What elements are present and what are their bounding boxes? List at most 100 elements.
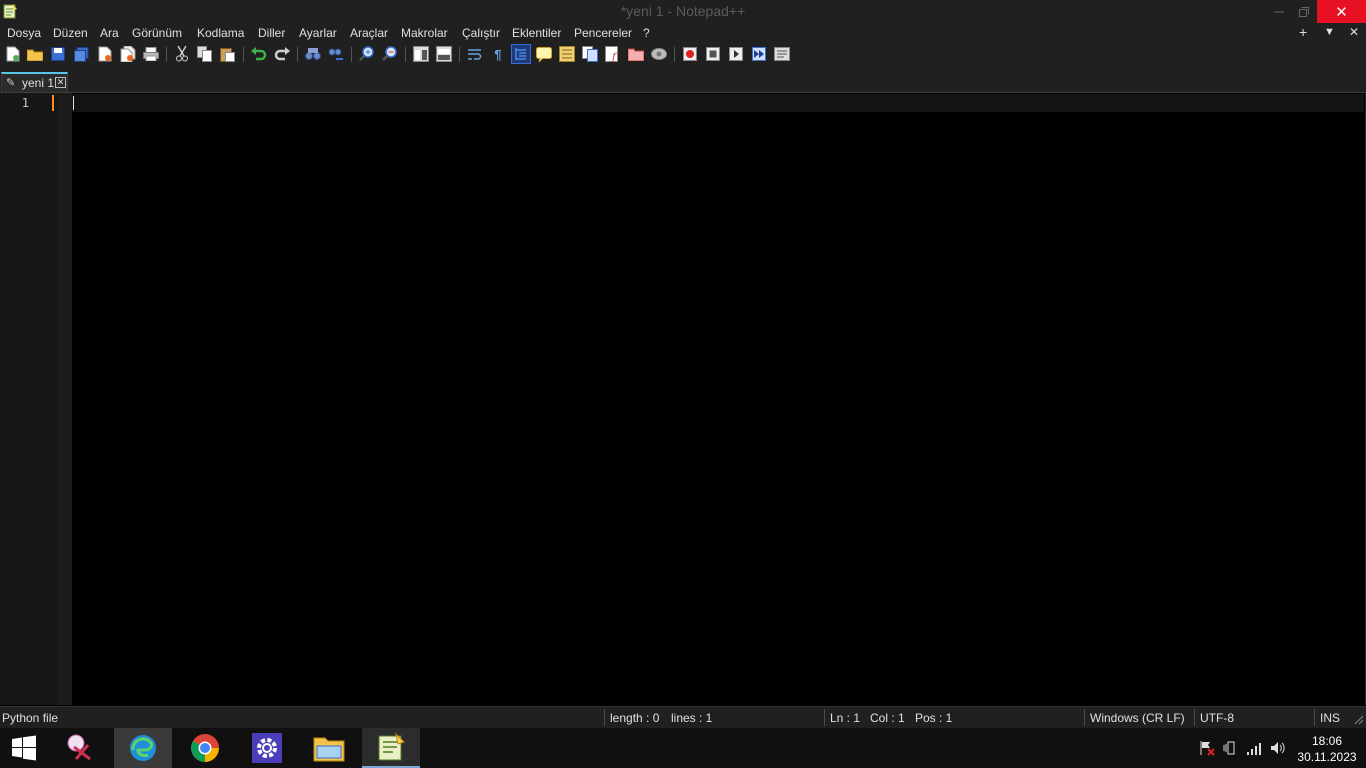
redo-icon — [274, 47, 290, 61]
function-list-button[interactable]: f — [604, 45, 622, 63]
record-icon — [683, 47, 697, 61]
word-wrap-button[interactable] — [466, 45, 484, 63]
menu-dosya[interactable]: Dosya — [7, 26, 41, 40]
save-button[interactable] — [49, 45, 67, 63]
monitoring-button[interactable] — [650, 45, 668, 63]
binoculars-icon — [305, 48, 321, 60]
pencil-icon: ✎ — [6, 77, 16, 89]
menu-help[interactable]: ? — [643, 26, 650, 40]
save-macro-button[interactable] — [773, 45, 791, 63]
close-all-button[interactable] — [119, 45, 137, 63]
device-icon[interactable] — [1222, 740, 1238, 756]
taskbar: 18:06 30.11.2023 — [0, 728, 1366, 768]
line-number-gutter: 1 — [0, 93, 57, 705]
find-button[interactable] — [304, 45, 322, 63]
folder-workspace-icon — [628, 48, 644, 61]
show-all-chars-button[interactable]: ¶ — [489, 45, 507, 63]
restore-button[interactable] — [1291, 0, 1317, 23]
close-document-button[interactable]: ✕ — [1349, 25, 1359, 39]
clock-time[interactable]: 18:06 — [1300, 734, 1354, 748]
tab-list-button[interactable]: ▼ — [1324, 26, 1335, 38]
menu-pencereler[interactable]: Pencereler — [574, 26, 632, 40]
record-macro-button[interactable] — [681, 45, 699, 63]
notepad-plus-plus-taskbar-icon — [378, 732, 405, 761]
taskbar-notepad-plus-plus[interactable] — [362, 728, 420, 768]
toolbar: ¶ f — [0, 43, 1366, 66]
function-list-icon: f — [605, 46, 618, 62]
status-eol[interactable]: Windows (CR LF) — [1090, 711, 1185, 725]
menu-ayarlar[interactable]: Ayarlar — [299, 26, 337, 40]
indent-guide-button[interactable] — [511, 44, 531, 64]
scissors-icon — [176, 46, 188, 62]
play-macro-button[interactable] — [727, 45, 745, 63]
status-ln: Ln : 1 — [830, 711, 861, 725]
menu-makrolar[interactable]: Makrolar — [401, 26, 448, 40]
resize-grip-icon[interactable] — [1354, 715, 1364, 725]
cut-button[interactable] — [173, 45, 191, 63]
network-error-flag-icon[interactable] — [1199, 740, 1215, 756]
status-language: Python file — [2, 711, 59, 725]
toolbar-separator — [674, 47, 675, 62]
document-map-button[interactable] — [558, 45, 576, 63]
status-bar: Python file length : 0 lines : 1 Ln : 1 … — [0, 706, 1366, 728]
pilcrow-icon: ¶ — [494, 46, 502, 62]
menu-bar: Dosya Düzen Ara Görünüm Kodlama Diller A… — [0, 23, 1366, 43]
status-separator — [604, 709, 605, 726]
copy-icon — [197, 46, 212, 62]
menu-diller[interactable]: Diller — [258, 26, 285, 40]
menu-calistir[interactable]: Çalıştır — [462, 26, 500, 40]
minimize-button[interactable] — [1266, 0, 1292, 23]
menu-eklentiler[interactable]: Eklentiler — [512, 26, 561, 40]
new-tab-button[interactable]: + — [1299, 24, 1307, 40]
minimize-icon — [1274, 11, 1284, 12]
menu-ara[interactable]: Ara — [100, 26, 119, 40]
status-length: length : 0 — [610, 711, 660, 725]
print-icon — [143, 47, 159, 61]
editor-area[interactable]: 1 — [0, 92, 1366, 705]
tab-yeni-1[interactable]: ✎ yeni 1 ✕ — [1, 72, 68, 92]
zoom-out-button[interactable] — [381, 45, 399, 63]
word-wrap-icon — [468, 49, 482, 60]
status-encoding[interactable]: UTF-8 — [1200, 711, 1234, 725]
stop-recording-button[interactable] — [704, 45, 722, 63]
open-file-button[interactable] — [26, 45, 44, 63]
zoom-in-button[interactable] — [358, 45, 376, 63]
paste-button[interactable] — [219, 45, 237, 63]
folder-as-workspace-button[interactable] — [627, 45, 645, 63]
taskbar-edge[interactable] — [114, 728, 172, 768]
clock-date[interactable]: 30.11.2023 — [1296, 750, 1358, 764]
save-all-button[interactable] — [72, 45, 90, 63]
new-file-button[interactable] — [4, 45, 22, 63]
taskbar-file-explorer[interactable] — [300, 728, 358, 768]
wifi-signal-icon[interactable] — [1246, 740, 1262, 756]
redo-button[interactable] — [273, 45, 291, 63]
start-button[interactable] — [0, 728, 48, 768]
sync-horizontal-button[interactable] — [435, 45, 453, 63]
toolbar-separator — [405, 47, 406, 62]
fast-forward-icon — [752, 47, 766, 61]
sync-vertical-button[interactable] — [412, 45, 430, 63]
taskbar-chrome[interactable] — [176, 728, 234, 768]
tab-close-icon[interactable]: ✕ — [55, 77, 66, 88]
undo-button[interactable] — [250, 45, 268, 63]
menu-araclar[interactable]: Araçlar — [350, 26, 388, 40]
chrome-icon — [191, 734, 219, 762]
fold-margin[interactable] — [57, 93, 72, 705]
run-macro-multiple-button[interactable] — [750, 45, 768, 63]
sync-vertical-icon — [413, 46, 429, 62]
close-button[interactable]: ✕ — [1317, 0, 1366, 23]
change-history-marker — [52, 95, 54, 111]
volume-icon[interactable] — [1270, 740, 1286, 756]
menu-kodlama[interactable]: Kodlama — [197, 26, 244, 40]
print-button[interactable] — [142, 45, 160, 63]
close-button-toolbar[interactable] — [96, 45, 114, 63]
menu-duzen[interactable]: Düzen — [53, 26, 88, 40]
menu-gorunum[interactable]: Görünüm — [132, 26, 182, 40]
user-defined-language-button[interactable] — [535, 45, 553, 63]
taskbar-settings[interactable] — [238, 728, 296, 768]
replace-button[interactable] — [327, 45, 345, 63]
document-list-button[interactable] — [581, 45, 599, 63]
taskbar-snipping-tool[interactable] — [52, 728, 110, 768]
status-insert-mode[interactable]: INS — [1320, 711, 1340, 725]
copy-button[interactable] — [196, 45, 214, 63]
